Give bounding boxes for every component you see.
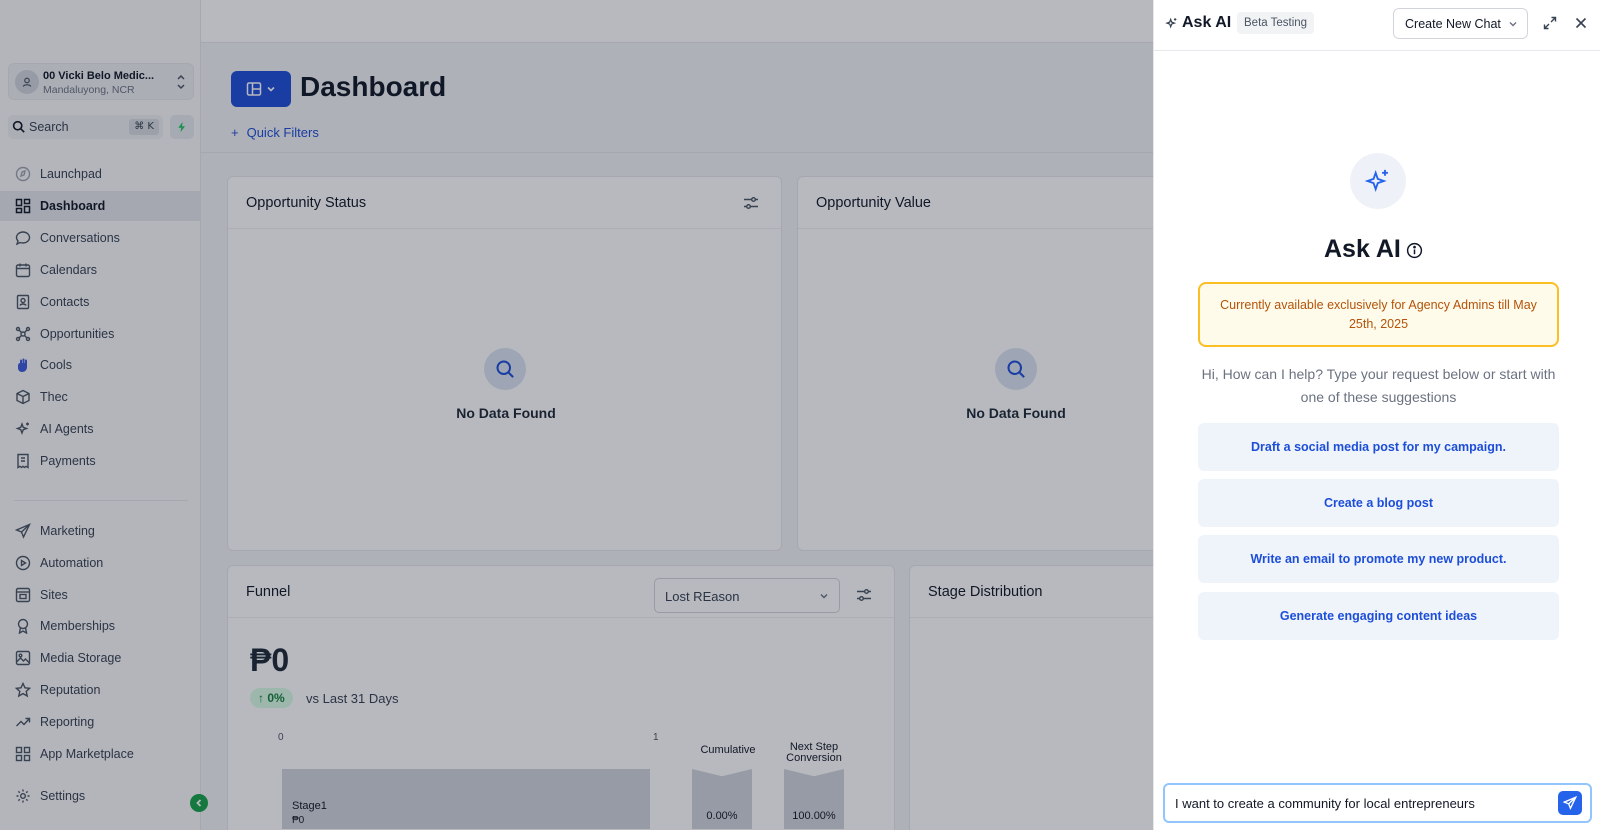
panel-title: Ask AI [1182,14,1232,31]
suggestion-blog-post[interactable]: Create a blog post [1198,479,1559,527]
sparkle-icon [1165,17,1177,29]
help-text: Hi, How can I help? Type your request be… [1201,366,1556,405]
ai-hero-avatar [1350,153,1406,209]
availability-notice: Currently available exclusively for Agen… [1198,282,1559,347]
suggestion-social-post[interactable]: Draft a social media post for my campaig… [1198,423,1559,471]
chat-input-box [1163,783,1592,823]
send-button[interactable] [1558,791,1582,815]
close-icon[interactable] [1574,16,1588,30]
panel-header: Ask AI Beta Testing Create New Chat [1154,0,1600,51]
expand-icon[interactable] [1543,16,1557,30]
send-icon [1563,796,1577,810]
modal-backdrop[interactable] [0,0,1153,830]
suggestion-content-ideas[interactable]: Generate engaging content ideas [1198,592,1559,640]
beta-badge: Beta Testing [1237,12,1315,34]
create-new-chat-dropdown[interactable]: Create New Chat [1393,8,1528,39]
chat-input[interactable] [1175,793,1545,813]
sparkle-icon [1364,169,1388,193]
create-new-chat-label: Create New Chat [1405,17,1501,31]
chevron-down-icon [1509,22,1517,27]
ask-ai-panel: Ask AI Beta Testing Create New Chat Ask … [1153,0,1600,830]
info-icon[interactable] [1406,242,1423,259]
hero-title: Ask AI [1324,235,1401,263]
suggestion-promo-email[interactable]: Write an email to promote my new product… [1198,535,1559,583]
